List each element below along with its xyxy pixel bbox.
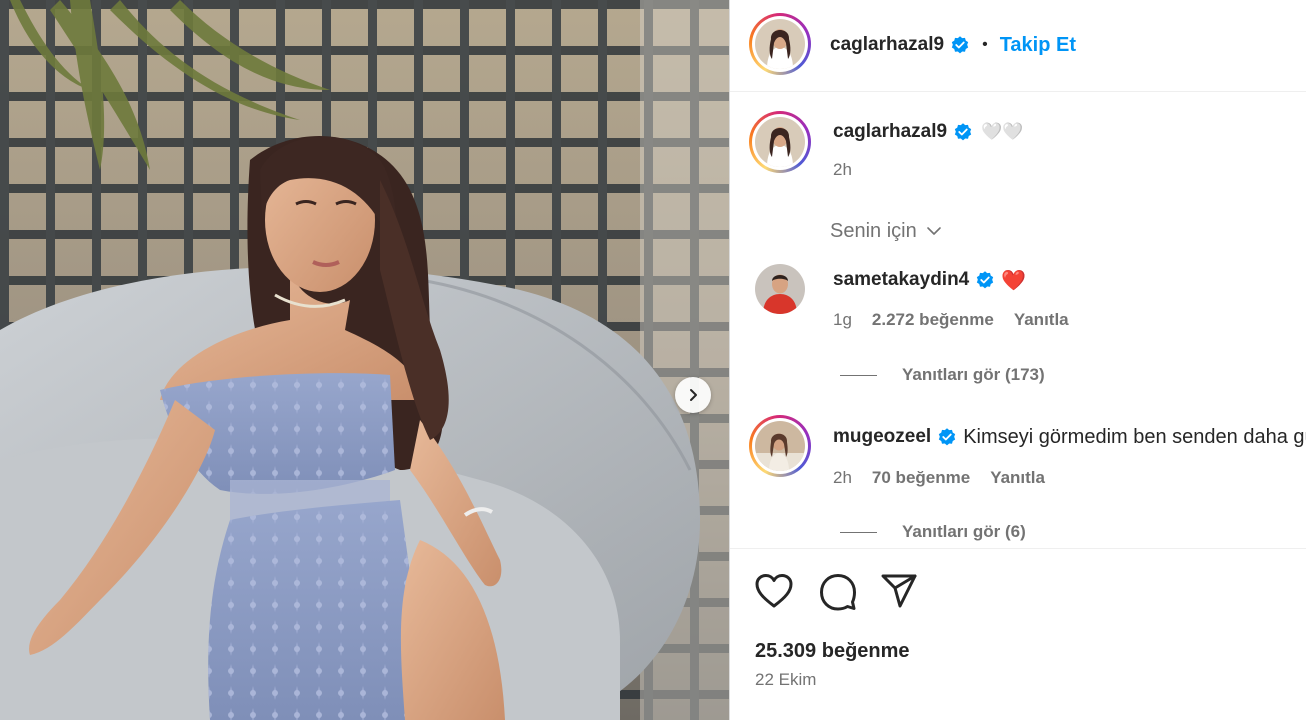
view-replies-label: Yanıtları gör (6) (902, 522, 1026, 541)
post-header: caglarhazal9 • Takip Et (730, 0, 1306, 92)
comment-avatar[interactable] (749, 415, 811, 477)
chevron-right-icon (690, 389, 697, 401)
caption-avatar[interactable] (749, 111, 811, 173)
view-replies-label: Yanıtları gör (173) (902, 365, 1045, 384)
comment-likes[interactable]: 70 beğenme (872, 468, 970, 488)
post-media (0, 0, 730, 720)
header-separator: • (982, 36, 988, 53)
post-side-panel: caglarhazal9 • Takip Et caglarhazal9 🤍🤍 (730, 0, 1306, 720)
comment-time: 2h (833, 468, 852, 487)
paper-plane-icon[interactable] (880, 573, 918, 609)
author-username[interactable]: caglarhazal9 (830, 34, 944, 56)
verified-badge-icon (951, 36, 969, 54)
speech-bubble-icon[interactable] (819, 573, 857, 611)
caption-time: 2h (833, 160, 852, 179)
author-avatar-image (755, 19, 805, 69)
caption-username[interactable]: caglarhazal9 (833, 121, 947, 143)
comment-username[interactable]: sametakaydin4 (833, 269, 969, 291)
comment-text: ❤️ (1001, 269, 1027, 292)
comment-text: Kimseyi görmedim ben senden daha güzel (963, 425, 1306, 448)
comment-username[interactable]: mugeozeel (833, 426, 931, 448)
comment-likes[interactable]: 2.272 beğenme (872, 310, 994, 330)
comment-sort-label: Senin için (830, 219, 917, 242)
author-avatar[interactable] (749, 13, 811, 75)
follow-button[interactable]: Takip Et (1000, 34, 1076, 57)
replies-divider-line (840, 531, 877, 533)
comment-sort-selector[interactable]: Senin için (830, 218, 943, 244)
verified-badge-icon (977, 271, 994, 289)
verified-badge-icon (939, 428, 956, 446)
comment-avatar[interactable] (755, 264, 805, 314)
caption-text: 🤍🤍 (981, 122, 1024, 141)
view-replies-button[interactable]: Yanıtları gör (6) (840, 520, 1026, 544)
view-replies-button[interactable]: Yanıtları gör (173) (840, 363, 1045, 387)
caption-avatar-image (755, 117, 805, 167)
post-action-bar (730, 548, 1306, 720)
replies-divider-line (840, 374, 877, 376)
post-date: 22 Ekim (755, 670, 817, 689)
post-photo (0, 0, 730, 720)
comment-avatar-image (755, 264, 805, 314)
comment-avatar-image (755, 421, 805, 471)
post-likes-count[interactable]: 25.309 beğenme (755, 640, 910, 663)
reply-button[interactable]: Yanıtla (990, 468, 1045, 488)
verified-badge-icon (954, 123, 972, 141)
reply-button[interactable]: Yanıtla (1014, 310, 1069, 330)
comment-time: 1g (833, 310, 852, 329)
heart-outline-icon[interactable] (754, 573, 794, 609)
chevron-down-icon (926, 227, 941, 235)
next-media-button[interactable] (675, 377, 711, 413)
